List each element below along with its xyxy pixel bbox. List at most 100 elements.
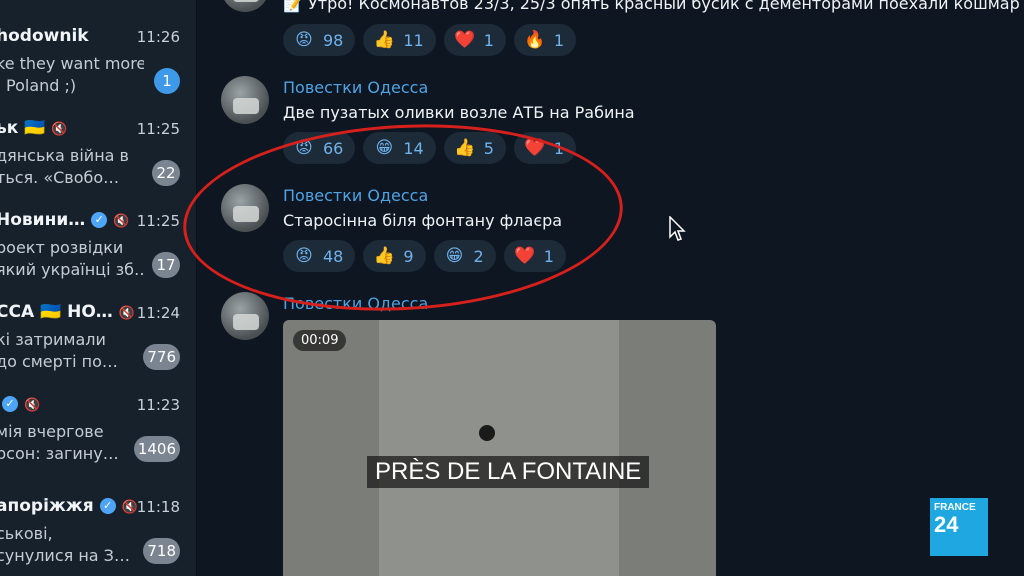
fire-icon: 🔥 (524, 30, 546, 50)
angry-face-icon: 😡 (295, 138, 313, 158)
chat-name: Новини… (0, 210, 86, 230)
reaction-button[interactable]: ❤️ 1 (443, 24, 506, 56)
sender-avatar[interactable] (221, 184, 269, 232)
chat-preview-line: дянська війна в (0, 146, 129, 165)
reaction-count: 9 (403, 246, 414, 266)
chat-time: 11:23 (136, 396, 180, 414)
reaction-button[interactable]: 🔥 1 (513, 24, 577, 56)
chat-name-wrap: апоріжжя ✓ 🔇 (0, 496, 138, 516)
chat-preview-line: роект розвідки (0, 238, 124, 257)
chat-preview-line: ke they want more (0, 54, 144, 73)
chat-time: 11:26 (136, 28, 180, 46)
video-subtitle: PRÈS DE LA FONTAINE (367, 456, 650, 488)
reactions-row: 😡 98 👍 11 ❤️ 1 🔥 1 (283, 24, 577, 56)
mute-icon: 🔇 (51, 122, 68, 137)
reaction-button[interactable]: 😡 66 (283, 132, 356, 164)
sender-avatar[interactable] (221, 292, 269, 340)
chat-list-item[interactable]: Новини… ✓ 🔇 11:25 роект розвідки який укра… (0, 198, 196, 290)
verified-icon: ✓ (91, 212, 108, 228)
grinning-face-icon: 😁 (375, 138, 394, 158)
thumbs-up-icon: 👍 (373, 246, 395, 266)
reaction-button[interactable]: 😁 14 (363, 132, 436, 164)
verified-icon: ✓ (2, 396, 18, 412)
reaction-button[interactable]: 😡 48 (283, 240, 356, 272)
mute-icon: 🔇 (121, 500, 138, 515)
reaction-button[interactable]: 😡 98 (283, 24, 356, 56)
reaction-count: 14 (403, 138, 424, 158)
thumbs-up-icon: 👍 (454, 138, 476, 158)
sender-name[interactable]: Повестки Одесса (283, 186, 428, 205)
chat-time: 11:18 (136, 498, 180, 516)
angry-face-icon: 😡 (295, 30, 313, 50)
logo-text: 24 (934, 512, 959, 537)
sender-name[interactable]: Повестки Одесса (283, 294, 428, 313)
chat-name-wrap: Новини… ✓ 🔇 (0, 210, 129, 230)
chat-preview-line: який українці зб… (0, 260, 144, 279)
reaction-button[interactable]: 👍 5 (443, 132, 506, 164)
reaction-button[interactable]: 👍 9 (363, 240, 426, 272)
chat-preview-line: ться. «Свобо… (0, 168, 120, 187)
chat-name-wrap: ьк 🇺🇦 🔇 (0, 118, 68, 138)
unread-badge: 1406 (133, 436, 180, 462)
unread-badge: 17 (152, 252, 180, 278)
reaction-button[interactable]: 😁 2 (433, 240, 496, 272)
mute-icon: 🔇 (113, 214, 130, 229)
chat-name: апоріжжя (0, 496, 94, 516)
angry-face-icon: 😡 (295, 246, 313, 266)
video-duration: 00:09 (293, 330, 347, 351)
reaction-count: 1 (483, 30, 494, 50)
grinning-face-icon: 😁 (445, 246, 464, 266)
chat-list-item[interactable]: ьк 🇺🇦 🔇 11:25 дянська війна в ться. «Своб… (0, 106, 196, 198)
video-frame (379, 320, 619, 576)
chat-list-sidebar: hodownik 11:26 ke they want more Poland … (0, 0, 197, 576)
heart-icon: ❤️ (454, 30, 476, 50)
chat-list-item[interactable]: hodownik 11:26 ke they want more Poland … (0, 14, 196, 106)
chat-preview-line: мія вчергове (0, 422, 104, 441)
chat-list-item[interactable]: ССА 🇺🇦 НО… 🔇 11:24 кі затримали до смерті… (0, 290, 196, 382)
message-text: 📝 Утро! Космонавтов 23/3, 25/3 опять кра… (283, 0, 1020, 13)
chat-name: ССА 🇺🇦 НО… (0, 302, 113, 322)
heart-icon: ❤️ (524, 138, 546, 158)
unread-badge: 22 (152, 160, 180, 186)
reactions-row: 😡 66 😁 14 👍 5 ❤️ 1 (283, 132, 577, 164)
video-frame-detail (479, 425, 495, 441)
reaction-count: 1 (543, 246, 554, 266)
chat-preview-line: сунулися на З… (0, 546, 130, 565)
mute-icon: 🔇 (24, 398, 41, 413)
thumbs-up-icon: 👍 (373, 30, 395, 50)
reaction-count: 5 (483, 138, 494, 158)
unread-badge: 776 (143, 344, 180, 370)
reaction-button[interactable]: ❤️ 1 (503, 240, 566, 272)
reaction-count: 11 (403, 30, 424, 50)
chat-time: 11:25 (136, 212, 180, 230)
reaction-button[interactable]: 👍 11 (363, 24, 436, 56)
reaction-button[interactable]: ❤️ 1 (513, 132, 577, 164)
sender-avatar[interactable] (221, 0, 269, 12)
reaction-count: 48 (323, 246, 344, 266)
chat-preview-line: ськові, (0, 524, 53, 543)
chat-time: 11:24 (136, 304, 180, 322)
unread-badge: 1 (154, 68, 180, 94)
chat-preview-line: до смерті по… (0, 352, 118, 371)
chat-preview-line: кі затримали (0, 330, 106, 349)
chat-name: ьк 🇺🇦 (0, 118, 46, 138)
video-player[interactable]: 00:09 (283, 320, 716, 576)
message-text: Две пузатых оливки возле АТБ на Рабина (283, 103, 635, 122)
chat-list-item[interactable]: ✓ 🔇 11:23 мія вчергове рсон: загину… 1406 (0, 382, 196, 474)
reaction-count: 98 (323, 30, 344, 50)
chat-name: hodownik (0, 26, 89, 46)
heart-icon: ❤️ (514, 246, 536, 266)
mouse-cursor-icon (668, 215, 686, 246)
sender-name[interactable]: Повестки Одесса (283, 78, 428, 97)
reactions-row: 😡 48 👍 9 😁 2 ❤️ 1 (283, 240, 566, 272)
message-text: Старосінна біля фонтану флаєра (283, 211, 563, 230)
chat-time: 11:25 (136, 120, 180, 138)
sender-avatar[interactable] (221, 76, 269, 124)
chat-list-item[interactable]: апоріжжя ✓ 🔇 11:18 ськові, сунулися на З… … (0, 484, 196, 576)
chat-preview-line: Poland ;) (6, 76, 77, 95)
unread-badge: 718 (143, 538, 180, 564)
reaction-count: 2 (473, 246, 484, 266)
chat-name-wrap: ✓ 🔇 (0, 394, 40, 414)
mute-icon: 🔇 (118, 306, 135, 321)
reaction-count: 1 (553, 138, 565, 158)
